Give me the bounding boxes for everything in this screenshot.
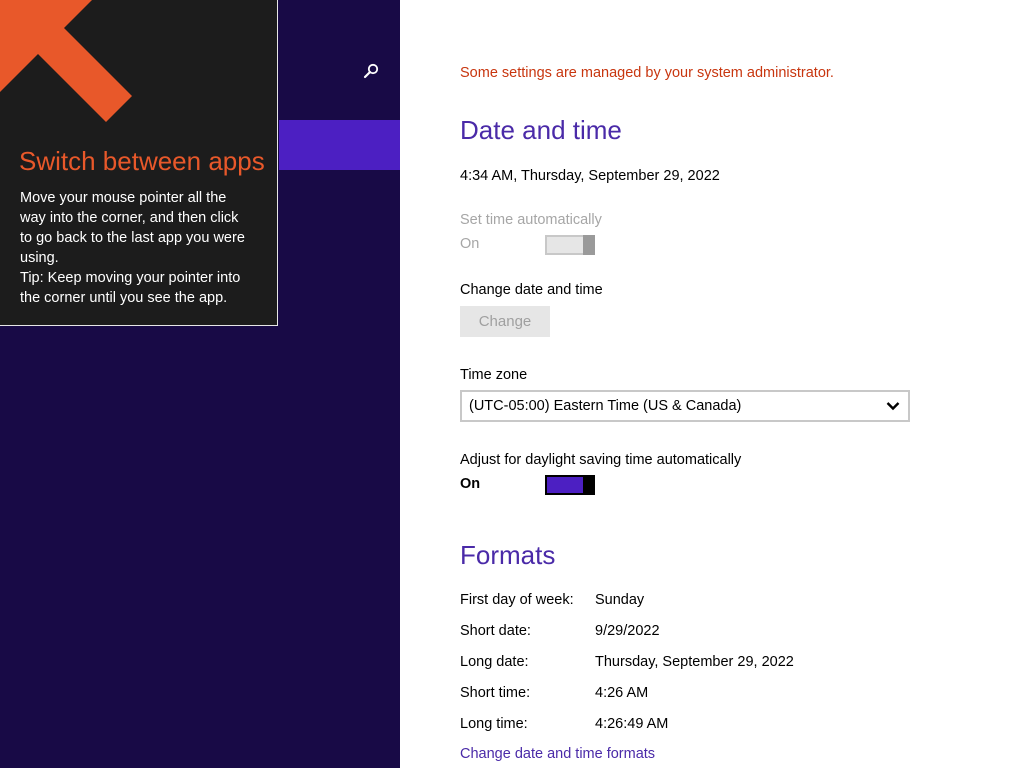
set-time-auto-label: Set time automatically	[460, 212, 602, 228]
change-formats-link[interactable]: Change date and time formats	[460, 746, 655, 762]
tip-line: using.	[20, 250, 59, 266]
tip-line: to go back to the last app you were	[20, 230, 245, 246]
dst-toggle[interactable]	[545, 475, 595, 495]
format-label: First day of week:	[460, 592, 574, 608]
format-label: Short date:	[460, 623, 531, 639]
format-value: 4:26 AM	[595, 685, 649, 701]
tip-line: the corner until you see the app.	[20, 290, 228, 306]
nav-item-selected[interactable]	[279, 120, 400, 170]
pc-settings-screen: Switch between apps Move your mouse poin…	[0, 0, 1024, 768]
current-date-time: 4:34 AM, Thursday, September 29, 2022	[460, 168, 720, 184]
arrow-up-left-icon	[0, 0, 132, 122]
dst-state: On	[460, 476, 481, 492]
dst-label: Adjust for daylight saving time automati…	[460, 452, 742, 468]
search-button[interactable]	[356, 56, 386, 86]
admin-notice: Some settings are managed by your system…	[460, 65, 834, 81]
date-time-heading: Date and time	[460, 115, 622, 145]
format-value: Thursday, September 29, 2022	[595, 654, 794, 670]
change-button: Change	[460, 306, 550, 337]
time-zone-label: Time zone	[460, 367, 528, 383]
format-label: Long time:	[460, 716, 528, 732]
toggle-thumb	[583, 475, 595, 495]
search-icon	[363, 63, 379, 79]
format-value: Sunday	[595, 592, 645, 608]
formats-heading: Formats	[460, 540, 556, 570]
format-label: Long date:	[460, 654, 529, 670]
tip-flyout: Switch between apps Move your mouse poin…	[0, 0, 278, 326]
tip-line: way into the corner, and then click	[20, 210, 239, 226]
tip-title: Switch between apps	[19, 146, 265, 176]
toggle-thumb	[583, 235, 595, 255]
format-label: Short time:	[460, 685, 531, 701]
tip-line: Move your mouse pointer all the	[20, 190, 227, 206]
set-time-auto-toggle	[545, 235, 595, 255]
chevron-down-icon	[878, 392, 908, 420]
time-zone-select[interactable]: (UTC-05:00) Eastern Time (US & Canada)	[460, 390, 910, 422]
change-date-time-label: Change date and time	[460, 282, 603, 298]
time-zone-value: (UTC-05:00) Eastern Time (US & Canada)	[469, 398, 742, 414]
tip-line: Tip: Keep moving your pointer into	[20, 270, 241, 286]
format-value: 9/29/2022	[595, 623, 660, 639]
tip-body: Move your mouse pointer all the way into…	[20, 188, 265, 308]
format-value: 4:26:49 AM	[595, 716, 669, 732]
set-time-auto-state: On	[460, 236, 480, 252]
content-pane: Some settings are managed by your system…	[400, 0, 1024, 768]
